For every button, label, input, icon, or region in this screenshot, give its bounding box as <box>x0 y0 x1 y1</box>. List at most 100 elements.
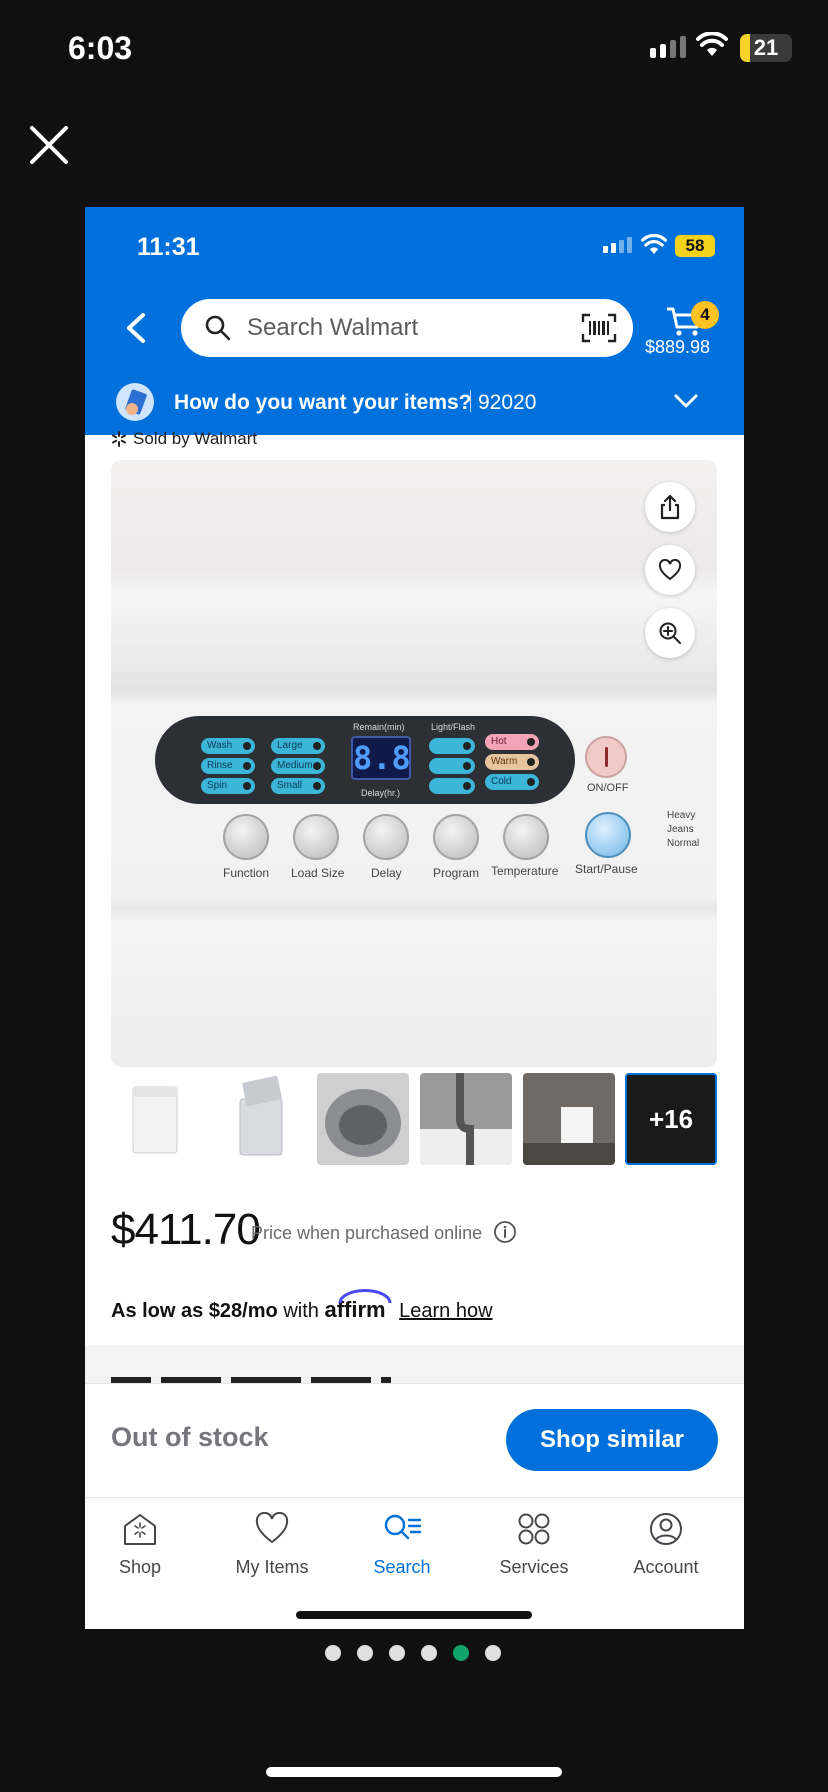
pill-wash: Wash <box>201 738 255 754</box>
device-status-bar: 6:03 21 <box>0 0 828 100</box>
heart-icon <box>255 1511 289 1544</box>
light-pill-2 <box>429 758 475 774</box>
program-knob-icon <box>433 814 479 860</box>
tab-my-items[interactable]: My Items <box>212 1511 332 1578</box>
device-time: 6:03 <box>68 30 133 66</box>
delivery-selector[interactable]: How do you want your items? 92020 <box>85 375 744 435</box>
affirm-arc-icon <box>338 1289 392 1304</box>
thumbnail-3[interactable] <box>317 1073 409 1165</box>
temperature-label: Temperature <box>491 864 559 878</box>
sold-by-label: Sold by Walmart <box>111 429 257 449</box>
thumbnail-1[interactable] <box>111 1073 203 1165</box>
price-note: Price when purchased online <box>251 1223 483 1243</box>
delay-knob-icon <box>363 814 409 860</box>
barcode-scan-icon[interactable] <box>581 313 617 343</box>
pager-dot[interactable] <box>421 1645 437 1661</box>
pill-warm: Warm <box>485 754 539 770</box>
delay-hr-label: Delay(hr.) <box>361 788 401 798</box>
info-icon[interactable] <box>493 1220 517 1244</box>
learn-how-link[interactable]: Learn how <box>399 1300 492 1322</box>
battery-icon: 21 <box>740 34 792 62</box>
tab-services[interactable]: Services <box>474 1512 594 1578</box>
light-pill-3 <box>429 778 475 794</box>
app-header: 11:31 58 Search Walmart 4 $889.98 How do… <box>85 207 744 435</box>
on-off-label: ON/OFF <box>587 782 629 794</box>
zoom-in-icon <box>659 622 681 644</box>
tab-search[interactable]: Search <box>342 1512 462 1578</box>
pager-dot[interactable] <box>485 1645 501 1661</box>
back-arrow-icon[interactable] <box>123 311 149 345</box>
stock-status: Out of stock <box>111 1422 269 1452</box>
device-home-indicator <box>266 1767 562 1777</box>
battery-level: 21 <box>753 35 779 60</box>
app-home-indicator <box>296 1611 532 1619</box>
pager-dot[interactable] <box>357 1645 373 1661</box>
app-signal-icon <box>603 237 632 253</box>
cart-count-badge: 4 <box>691 301 719 329</box>
pager-dot[interactable] <box>389 1645 405 1661</box>
tab-shop-label: Shop <box>118 1557 162 1577</box>
pill-cold: Cold <box>485 774 539 790</box>
search-list-icon <box>384 1514 422 1540</box>
affirm-monthly: As low as $28/mo <box>111 1300 278 1322</box>
heart-icon <box>658 559 682 581</box>
pager-dot-active[interactable] <box>453 1645 469 1661</box>
cart-total: $889.98 <box>645 337 711 357</box>
services-grid-icon <box>518 1513 550 1545</box>
app-status-time: 11:31 <box>137 233 200 261</box>
light-flash-label: Light/Flash <box>431 722 476 732</box>
tab-account[interactable]: Account <box>606 1512 726 1578</box>
pager-dot[interactable] <box>325 1645 341 1661</box>
wifi-icon <box>696 32 728 56</box>
walmart-spark-icon <box>112 431 126 447</box>
chevron-down-icon <box>674 394 698 408</box>
walmart-app-screenshot: 11:31 58 Search Walmart 4 $889.98 How do… <box>85 207 744 1629</box>
temperature-knob-icon <box>503 814 549 860</box>
affirm-with: with <box>283 1300 319 1322</box>
delivery-prompt: How do you want your items? <box>174 391 472 414</box>
pill-rinse: Rinse <box>201 758 255 774</box>
power-button-icon <box>585 736 627 778</box>
cellular-signal-icon <box>650 36 686 58</box>
delay-label: Delay <box>371 866 402 880</box>
start-pause-label: Start/Pause <box>575 862 638 876</box>
close-icon[interactable] <box>28 124 70 166</box>
product-image[interactable]: Wash Rinse Spin Large Medium Small Remai… <box>111 460 717 1067</box>
sold-by-text: Sold by Walmart <box>133 429 258 448</box>
tab-my-items-label: My Items <box>235 1557 309 1577</box>
share-button[interactable] <box>645 482 695 532</box>
mode-jeans-label: Jeans <box>667 824 694 835</box>
affirm-financing: As low as $28/mo with affirm Learn how <box>111 1289 493 1323</box>
remain-label: Remain(min) <box>353 722 405 732</box>
pill-spin: Spin <box>201 778 255 794</box>
tab-account-label: Account <box>633 1557 699 1577</box>
tab-shop[interactable]: Shop <box>85 1512 200 1578</box>
thumbnail-4[interactable] <box>420 1073 512 1165</box>
app-wifi-icon <box>641 234 667 254</box>
start-pause-knob-icon <box>585 812 631 858</box>
thumbnail-2[interactable] <box>214 1073 306 1165</box>
load-size-label: Load Size <box>291 866 345 880</box>
load-size-knob-icon <box>293 814 339 860</box>
pill-hot: Hot <box>485 734 539 750</box>
search-placeholder: Search Walmart <box>247 314 419 341</box>
carousel-pager <box>325 1645 501 1661</box>
shop-icon <box>124 1514 156 1545</box>
image-thumbnails: +16 <box>111 1073 717 1165</box>
light-pill-1 <box>429 738 475 754</box>
account-icon <box>650 1513 682 1545</box>
search-input[interactable]: Search Walmart <box>181 299 633 357</box>
zoom-button[interactable] <box>645 608 695 658</box>
function-label: Function <box>223 866 270 880</box>
favorite-button[interactable] <box>645 545 695 595</box>
program-label: Program <box>433 866 480 880</box>
more-images-thumbnail[interactable]: +16 <box>625 1073 717 1165</box>
thumbnail-5[interactable] <box>523 1073 615 1165</box>
share-icon <box>660 494 680 520</box>
cart-button[interactable]: 4 $889.98 <box>645 291 737 361</box>
tab-services-label: Services <box>499 1557 569 1577</box>
delivery-zip: 92020 <box>478 391 537 414</box>
mode-normal-label: Normal <box>667 838 700 849</box>
mode-heavy-label: Heavy <box>667 810 696 821</box>
shop-similar-button[interactable]: Shop similar <box>506 1409 718 1471</box>
